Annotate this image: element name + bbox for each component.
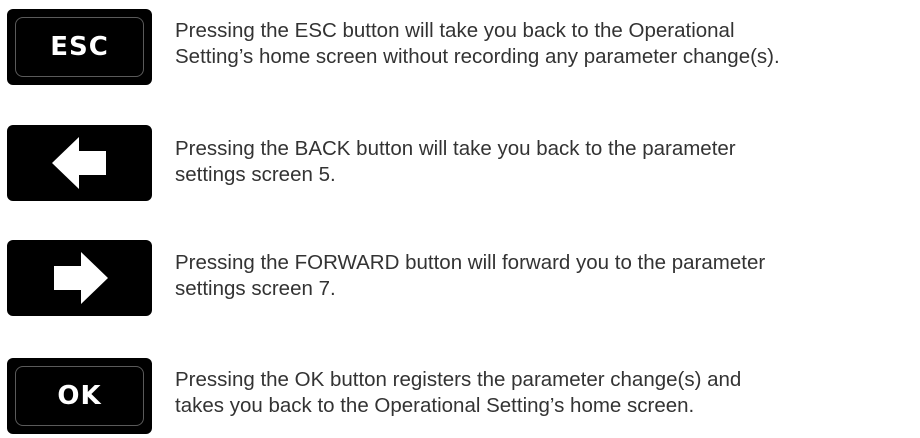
arrow-right-icon <box>53 252 108 304</box>
esc-description-line1: Pressing the ESC button will take you ba… <box>175 19 735 42</box>
ok-button[interactable]: OK <box>7 358 152 434</box>
arrow-left-icon <box>51 137 106 189</box>
esc-description-line2: Setting’s home screen without recording … <box>175 45 780 68</box>
esc-button-label: ESC <box>50 32 109 62</box>
back-description-line1: Pressing the BACK button will take you b… <box>175 137 736 160</box>
esc-description: Pressing the ESC button will take you ba… <box>175 18 915 70</box>
esc-button[interactable]: ESC <box>7 9 152 85</box>
ok-button-label: OK <box>57 381 102 411</box>
back-description-line2: settings screen 5. <box>175 163 336 186</box>
forward-button[interactable] <box>7 240 152 316</box>
forward-description: Pressing the FORWARD button will forward… <box>175 250 915 302</box>
ok-description: Pressing the OK button registers the par… <box>175 367 915 419</box>
back-description: Pressing the BACK button will take you b… <box>175 136 915 188</box>
forward-description-line2: settings screen 7. <box>175 277 336 300</box>
ok-description-line2: takes you back to the Operational Settin… <box>175 394 695 417</box>
ok-description-line1: Pressing the OK button registers the par… <box>175 368 742 391</box>
back-button[interactable] <box>7 125 152 201</box>
forward-description-line1: Pressing the FORWARD button will forward… <box>175 251 766 274</box>
